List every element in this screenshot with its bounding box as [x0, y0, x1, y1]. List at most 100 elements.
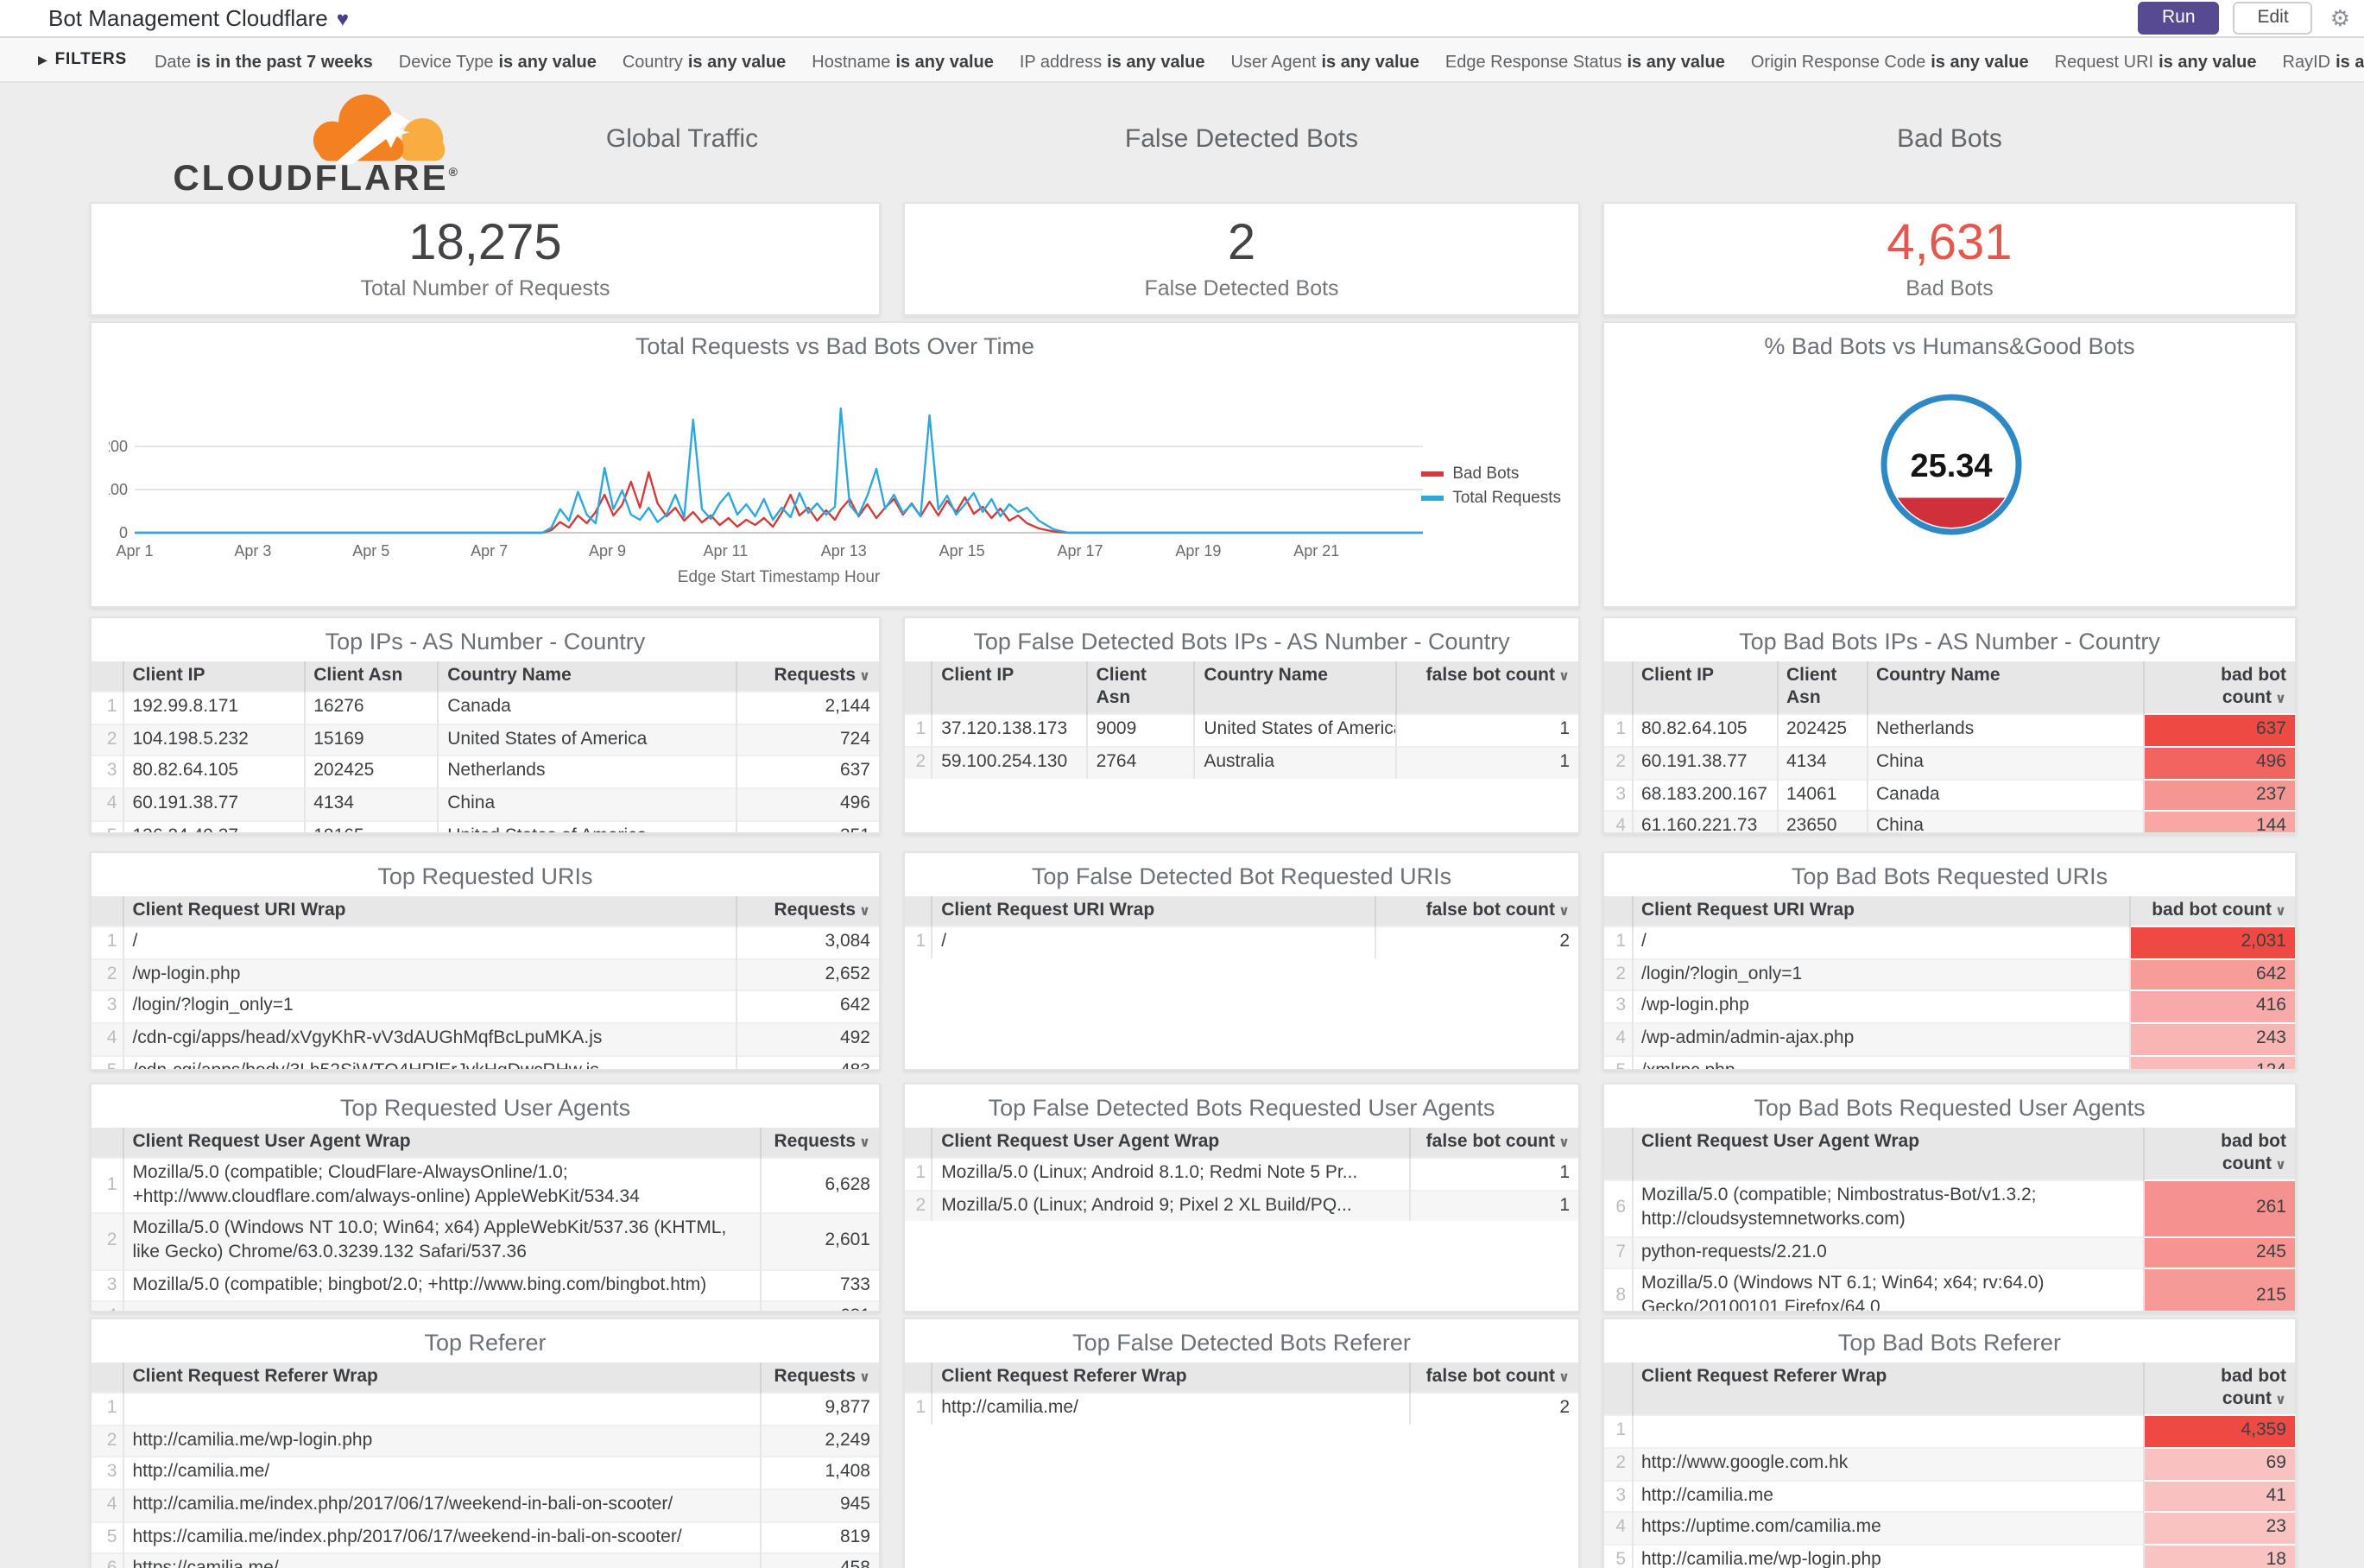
row-cell: 23650	[1776, 810, 1867, 832]
legend-swatch	[1421, 471, 1444, 477]
row-rank: 2	[1604, 1446, 1632, 1481]
line-chart[interactable]: 0 100 200 Apr 1 Apr 3 Apr 5 Apr 7 Apr 9 Apr 11 Ap…	[109, 385, 1473, 599]
column-header[interactable]: Country Name	[437, 661, 737, 692]
page-title: Bot Management Cloudflare	[48, 5, 328, 31]
filter-chip[interactable]: Origin Response Code is any value	[1751, 53, 2029, 72]
row-cell: Netherlands	[437, 755, 737, 789]
column-header[interactable]: Client Asn	[303, 661, 439, 692]
row-rank: 1	[92, 691, 123, 724]
column-header[interactable]: Client IP	[931, 661, 1087, 715]
row-cell: 202425	[303, 755, 439, 789]
row-cell: http://camilia.me/wp-login.php	[1631, 1543, 2143, 1568]
column-header[interactable]: Client Asn	[1085, 661, 1195, 715]
rank-column-header	[1604, 661, 1632, 715]
row-rank: 3	[1604, 1479, 1632, 1513]
svg-text:Apr 17: Apr 17	[1058, 542, 1103, 560]
row-value: 351	[736, 819, 879, 832]
row-cell: 60.191.38.77	[1631, 745, 1777, 780]
row-cell	[1631, 1414, 2143, 1448]
column-header[interactable]: Client Request URI Wrap	[122, 896, 737, 927]
row-rank: 2	[92, 1212, 123, 1270]
row-rank: 4	[92, 787, 123, 821]
column-header[interactable]: Client Asn	[1776, 661, 1867, 715]
column-header[interactable]: false bot count ∨	[1375, 896, 1578, 927]
column-header[interactable]: Client Request Referer Wrap	[1631, 1363, 2143, 1416]
tile-top-false-bot-ips: Top False Detected Bots IPs - AS Number …	[903, 616, 1580, 834]
column-header[interactable]: Requests ∨	[736, 661, 879, 692]
column-header[interactable]: false bot count ∨	[1408, 1363, 1578, 1394]
legend-item[interactable]: Total Requests	[1421, 489, 1561, 508]
filter-chip[interactable]: Edge Response Status is any value	[1445, 53, 1725, 72]
table-title: Top Referer	[424, 1330, 547, 1356]
run-button[interactable]: Run	[2137, 1, 2220, 35]
legend-swatch	[1421, 496, 1444, 501]
column-header[interactable]: Client Request User Agent Wrap	[122, 1128, 762, 1159]
column-header[interactable]: Client Request Referer Wrap	[931, 1363, 1410, 1394]
svg-text:0: 0	[119, 524, 128, 541]
column-header[interactable]: Client Request User Agent Wrap	[931, 1128, 1410, 1159]
table-row: 3 Mozilla/5.0 (compatible; bingbot/2.0; +…	[92, 1268, 879, 1302]
svg-text:Apr 7: Apr 7	[471, 542, 508, 560]
column-header[interactable]: Requests ∨	[736, 896, 879, 927]
filter-chip[interactable]: RayIDis any value	[2283, 53, 2364, 72]
column-header[interactable]: bad bot count ∨	[2142, 661, 2295, 715]
filter-chip[interactable]: Hostname is any value	[812, 53, 994, 72]
row-cell: 19165	[303, 819, 439, 832]
filter-chip[interactable]: User Agent is any value	[1231, 53, 1419, 72]
row-cell: 104.198.5.232	[122, 723, 305, 756]
table-title: Top Requested URIs	[377, 863, 593, 889]
table-row: 6https://camilia.me/458	[92, 1552, 879, 1568]
filter-chip[interactable]: Request URI is any value	[2055, 53, 2257, 72]
row-cell: Mozilla/5.0 (Windows NT 10.0; Win64; x64…	[122, 1212, 762, 1270]
table-row: 5/xmlrpc.php 124	[1604, 1054, 2295, 1069]
column-header[interactable]: Client Request URI Wrap	[1631, 896, 2129, 927]
filters-toggle[interactable]: ▶ FILTERS	[38, 50, 127, 69]
sort-desc-icon: ∨	[859, 668, 870, 684]
column-header[interactable]: bad bot count ∨	[2128, 896, 2295, 927]
column-header[interactable]: Client Request URI Wrap	[931, 896, 1376, 927]
filter-chip[interactable]: Date is in the past 7 weeks	[155, 53, 373, 72]
column-header[interactable]: Requests ∨	[760, 1363, 879, 1394]
row-rank: 3	[92, 1456, 123, 1490]
svg-text:Apr 5: Apr 5	[352, 542, 389, 560]
row-cell: United States of America	[437, 819, 737, 832]
column-header[interactable]: Client Request User Agent Wrap	[1631, 1128, 2143, 1181]
table-row: 3 80.82.64.105 202425 Netherlands 637	[92, 755, 879, 789]
tile-top-false-bot-user-agents: Top False Detected Bots Requested User A…	[903, 1083, 1580, 1312]
table-top-bad-bot-referer: Client Request Referer Wrap bad bot count…	[1604, 1363, 2295, 1568]
dashboard-body: CLOUDFLARE® Global Traffic False Detecte…	[0, 83, 2364, 1568]
edit-button[interactable]: Edit	[2233, 1, 2313, 35]
column-header[interactable]: Client IP	[122, 661, 305, 692]
row-value: 2,031	[2128, 926, 2295, 959]
table-row: 1/2	[905, 926, 1578, 958]
column-header[interactable]: Requests ∨	[760, 1128, 879, 1159]
column-header[interactable]: false bot count ∨	[1408, 1128, 1578, 1159]
column-header[interactable]: Country Name	[1866, 661, 2143, 715]
table-top-false-bot-uris: Client Request URI Wrap false bot count ∨ 1…	[905, 896, 1578, 958]
row-cell: 59.100.254.130	[931, 745, 1087, 779]
table-row: 5/cdn-cgi/apps/body/3Lh52SjWTQ4HRlErJykH…	[92, 1054, 879, 1069]
gear-icon[interactable]: ⚙	[2330, 4, 2350, 32]
row-rank: 7	[1604, 1236, 1632, 1269]
caret-right-icon: ▶	[38, 55, 48, 67]
column-header[interactable]: bad bot count ∨	[2142, 1363, 2295, 1416]
column-header[interactable]: Client IP	[1631, 661, 1777, 715]
row-rank: 1	[905, 713, 932, 747]
table-row: 4 https://uptime.com/camilia.me 23	[1604, 1511, 2295, 1545]
filter-chip[interactable]: IP address is any value	[1020, 53, 1205, 72]
legend-item[interactable]: Bad Bots	[1421, 465, 1561, 484]
table-row: 3/login/?login_only=1 642	[92, 989, 879, 1024]
column-header[interactable]: Country Name	[1193, 661, 1397, 715]
column-header[interactable]: bad bot count ∨	[2142, 1128, 2295, 1181]
tile-bad-bots-gauge: % Bad Bots vs Humans&Good Bots 25.34	[1602, 321, 2297, 608]
svg-text:Apr 9: Apr 9	[589, 542, 626, 560]
table-row: 4 60.191.38.77 4134 China 496	[92, 787, 879, 821]
column-header[interactable]: false bot count ∨	[1395, 661, 1578, 715]
filter-chip[interactable]: Device Type is any value	[399, 53, 597, 72]
table-row: 1 http://camilia.me/2	[905, 1392, 1578, 1425]
column-header[interactable]: Client Request Referer Wrap	[122, 1363, 762, 1394]
title-bar: Bot Management Cloudflare ♥ Run Edit ⚙	[0, 0, 2364, 38]
table-row: 7 python-requests/2.21.0 245	[1604, 1236, 2295, 1269]
row-rank: 2	[92, 1424, 123, 1457]
filter-chip[interactable]: Country is any value	[623, 53, 786, 72]
